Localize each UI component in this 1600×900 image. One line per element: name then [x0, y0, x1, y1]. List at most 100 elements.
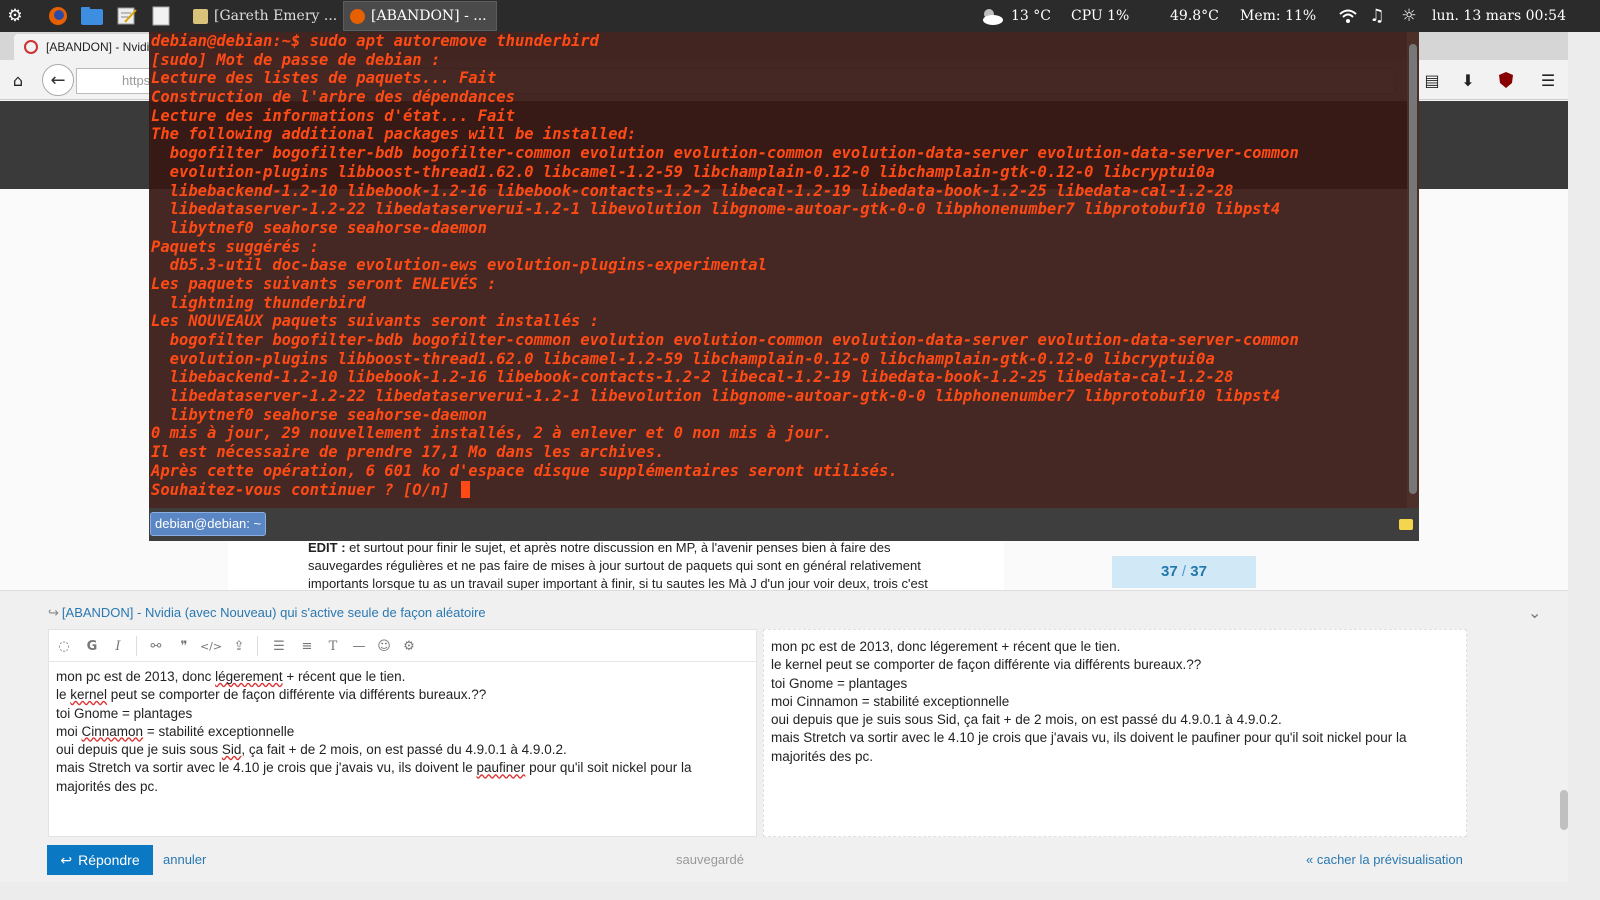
bullet-list-icon[interactable]: ☰ — [269, 636, 289, 656]
terminal-tab-bar: debian@debian: ~ — [149, 508, 1419, 541]
terminal-tab[interactable]: debian@debian: ~ — [150, 512, 267, 536]
terminal-note-icon[interactable] — [1399, 519, 1413, 530]
terminal-line: Les paquets suivants seront ENLEVÉS : — [151, 274, 497, 293]
editor-panel: ◌ G I ⚯ ❞ </> ⇪ ☰ ≡ T — ☺ ⚙ mon pc est d… — [48, 629, 757, 837]
editor-text-segment: peut se comporter de façon différente vi… — [107, 687, 487, 703]
editor-text-segment: le — [56, 687, 71, 703]
settings-gear-icon[interactable]: ⚙ — [4, 5, 26, 27]
home-icon[interactable]: ⌂ — [6, 68, 30, 92]
heading-icon[interactable]: T — [323, 636, 343, 656]
taskbar-item-browser[interactable]: [ABANDON] - ... — [343, 1, 497, 31]
toolbar-separator — [257, 636, 258, 656]
back-arrow-icon: ← — [50, 69, 66, 91]
terminal-line: Il est nécessaire de prendre 17,1 Mo dan… — [151, 443, 665, 462]
hamburger-menu-icon[interactable]: ☰ — [1536, 68, 1560, 92]
terminal-line: Après cette opération, 6 601 ko d'espace… — [151, 461, 898, 480]
terminal-line: libebackend-1.2-10 libebook-1.2-16 libeb… — [151, 368, 1234, 387]
misspelled-word: Sid — [221, 742, 242, 758]
memory-usage: Mem: 11% — [1240, 8, 1317, 24]
cpu-usage: CPU 1% — [1071, 8, 1130, 24]
reply-button[interactable]: ↩ Répondre — [47, 845, 153, 875]
terminal-line: Souhaitez-vous continuer ? [O/n] — [151, 480, 1405, 500]
file-manager-launcher-icon[interactable] — [81, 5, 103, 27]
editor-line: moi Cinnamon = stabilité exceptionnelle — [56, 723, 746, 741]
preview-line: mais Stretch va sortir avec le 4.10 je c… — [771, 730, 1411, 764]
terminal-output[interactable]: debian@debian:~$ sudo apt autoremove thu… — [149, 32, 1405, 508]
terminal-line: libytnef0 seahorse seahorse-daemon — [151, 405, 487, 424]
toolbar-separator — [136, 636, 137, 656]
download-icon[interactable]: ⬇ — [1456, 68, 1480, 92]
editor-line: mon pc est de 2013, donc légerement + ré… — [56, 668, 746, 686]
preview-line: toi Gnome = plantages — [771, 675, 908, 691]
firefox-launcher-icon[interactable] — [47, 5, 69, 27]
hide-preview-link[interactable]: « cacher la prévisualisation — [1306, 852, 1463, 867]
saved-status: sauvegardé — [676, 852, 744, 867]
editor-line: mais Stretch va sortir avec le 4.10 je c… — [56, 759, 746, 796]
page-scrollbar-thumb[interactable] — [1560, 790, 1568, 830]
reply-preview: mon pc est de 2013, donc légerement + ré… — [763, 629, 1467, 837]
taskbar-item-label: [ABANDON] - ... — [371, 8, 487, 24]
preview-line: moi Cinnamon = stabilité exceptionnelle — [771, 693, 1010, 709]
misspelled-word: Cinnamon — [81, 723, 144, 739]
quote-bubble-icon[interactable]: ◌ — [54, 636, 74, 656]
code-icon[interactable]: </> — [200, 636, 222, 656]
preview-line: mon pc est de 2013, donc légerement + ré… — [771, 639, 1121, 654]
editor-text-segment: + récent que le tien. — [282, 669, 406, 684]
date-time[interactable]: lun. 13 mars 00:54 — [1432, 0, 1566, 32]
terminal-line: Lecture des listes de paquets... Fait — [151, 69, 497, 88]
topic-progress[interactable]: 37 / 37 — [1112, 556, 1256, 588]
terminal-line: Paquets suggérés : — [151, 237, 319, 256]
terminal-line: 0 mis à jour, 29 nouvellement installés,… — [151, 424, 833, 443]
terminal-line: bogofilter bogofilter-bdb bogofilter-com… — [151, 331, 1299, 349]
reader-view-icon[interactable]: ▤ — [1420, 68, 1444, 92]
editor-toolbar: ◌ G I ⚯ ❞ </> ⇪ ☰ ≡ T — ☺ ⚙ — [49, 630, 756, 662]
document-launcher-icon[interactable] — [150, 5, 172, 27]
blockquote-icon[interactable]: ❞ — [174, 636, 194, 656]
music-note-icon[interactable]: ♫ — [1366, 5, 1388, 27]
options-gear-icon[interactable]: ⚙ — [399, 636, 419, 656]
terminal-line: debian@debian:~$ sudo apt autoremove thu… — [151, 32, 599, 50]
cancel-link[interactable]: annuler — [163, 852, 206, 867]
reply-button-label: Répondre — [78, 852, 140, 868]
reply-composer: ↪ [ABANDON] - Nvidia (avec Nouveau) qui s… — [0, 590, 1568, 882]
misspelled-word: légerement — [215, 669, 283, 684]
brightness-icon[interactable]: ☼ — [1398, 5, 1420, 27]
terminal-window[interactable]: debian@debian:~$ sudo apt autoremove thu… — [149, 32, 1419, 541]
taskbar-item-music[interactable]: [Gareth Emery ... — [187, 1, 337, 31]
ublock-icon[interactable] — [1494, 68, 1518, 92]
browser-tab-active[interactable]: [ABANDON] - Nvidi — [14, 34, 164, 60]
emoji-icon[interactable]: ☺ — [374, 636, 394, 656]
topic-progress-total: 37 — [1190, 563, 1207, 580]
terminal-line: libedataserver-1.2-22 libedataserverui-1… — [151, 387, 1281, 406]
terminal-scrollbar[interactable] — [1407, 32, 1419, 508]
terminal-line: evolution-plugins libboost-thread1.62.0 … — [151, 349, 1215, 368]
wifi-icon[interactable] — [1337, 5, 1359, 27]
terminal-line: libytnef0 seahorse seahorse-daemon — [151, 218, 487, 237]
horizontal-rule-icon[interactable]: — — [349, 636, 369, 656]
taskbar-item-label: [Gareth Emery ... — [214, 8, 337, 24]
weather-icon[interactable] — [980, 5, 1004, 27]
editor-text-segment: , ça fait + de 2 mois, on est passé du 4… — [241, 742, 567, 758]
reply-icon: ↩ — [60, 851, 73, 868]
bold-icon[interactable]: G — [82, 636, 102, 656]
reply-textarea[interactable]: mon pc est de 2013, donc légerement + ré… — [56, 668, 746, 796]
terminal-line: evolution-plugins libboost-thread1.62.0 … — [151, 162, 1215, 181]
back-button[interactable]: ← — [42, 64, 74, 96]
link-icon[interactable]: ⚯ — [146, 636, 166, 656]
terminal-scroll-thumb[interactable] — [1409, 44, 1417, 494]
collapse-chevron-icon[interactable]: ⌄ — [1528, 603, 1541, 622]
terminal-line: Construction de l'arbre des dépendances — [151, 88, 515, 107]
editor-line: oui depuis que je suis sous Sid, ça fait… — [56, 741, 746, 759]
editor-text-segment: toi Gnome = plantages — [56, 705, 193, 721]
numbered-list-icon[interactable]: ≡ — [297, 636, 317, 656]
reply-topic-title[interactable]: ↪ [ABANDON] - Nvidia (avec Nouveau) qui s… — [48, 605, 486, 621]
reply-preview-text: mon pc est de 2013, donc légerement + ré… — [771, 638, 1461, 766]
topic-progress-current: 37 — [1161, 563, 1178, 580]
italic-icon[interactable]: I — [108, 636, 128, 656]
text-editor-launcher-icon[interactable] — [116, 5, 138, 27]
upload-icon[interactable]: ⇪ — [229, 636, 249, 656]
editor-line: le kernel peut se comporter de façon dif… — [56, 686, 746, 704]
post-edit-paragraph: EDIT : et surtout pour finir le sujet, e… — [308, 539, 968, 593]
terminal-line: bogofilter bogofilter-bdb bogofilter-com… — [151, 144, 1299, 163]
reply-arrow-icon: ↪ — [48, 605, 59, 620]
